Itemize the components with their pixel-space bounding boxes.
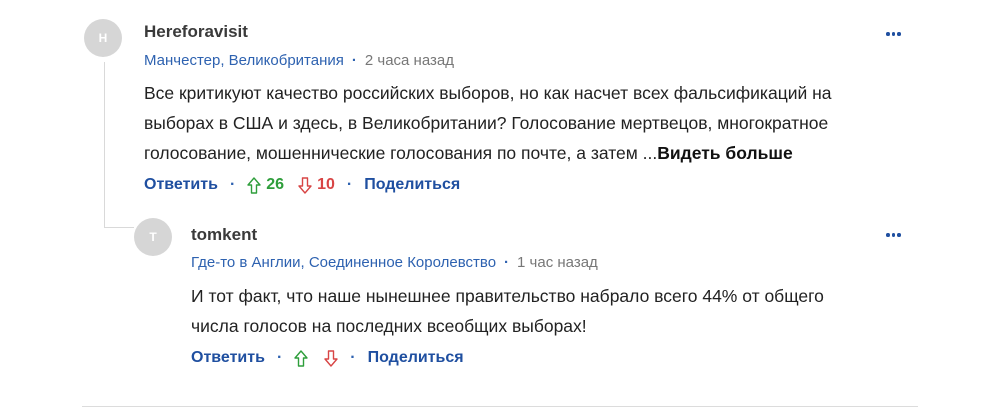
arrow-up-icon	[294, 349, 308, 367]
comment-location[interactable]: Манчестер, Великобритания	[144, 52, 344, 69]
reply-button[interactable]: Ответить	[144, 176, 218, 194]
comment-text-line: голосование, мошеннические голосования п…	[144, 143, 793, 163]
comment-actions: Ответить · · Поделиться	[191, 349, 464, 367]
comment-text-line: Все критикуют качество российских выборо…	[144, 83, 832, 103]
avatar[interactable]: H	[84, 19, 122, 57]
thread-connector	[104, 227, 134, 228]
comment-text-line: И тот факт, что наше нынешнее правительс…	[191, 286, 824, 306]
action-separator: ·	[229, 176, 236, 193]
comment-time: 2 часа назад	[364, 52, 454, 69]
comment-text: И тот факт, что наше нынешнее правительс…	[191, 281, 901, 341]
downvote-count: 10	[317, 176, 335, 193]
downvote-button[interactable]	[324, 349, 338, 367]
comment-time: 1 час назад	[517, 254, 598, 271]
upvote-count: 26	[266, 176, 285, 193]
action-separator: ·	[346, 176, 353, 193]
comment-location[interactable]: Где-то в Англии, Соединенное Королевство	[191, 254, 496, 271]
comment-meta: Манчестер, Великобритания · 2 часа назад	[144, 52, 454, 69]
upvote-button[interactable]: 26	[247, 176, 284, 194]
reply-button[interactable]: Ответить	[191, 349, 265, 367]
more-horizontal-icon	[886, 32, 890, 36]
thread-line	[104, 62, 105, 228]
action-separator: ·	[350, 349, 356, 366]
upvote-button[interactable]	[294, 349, 308, 367]
more-horizontal-icon	[886, 233, 890, 237]
meta-separator: ·	[351, 52, 357, 69]
comment-text-line: выборах в США и здесь, в Великобритании?…	[144, 113, 829, 133]
comment-thread: H Hereforavisit Манчестер, Великобритани…	[0, 0, 1005, 414]
arrow-down-icon	[298, 176, 312, 194]
arrow-down-icon	[324, 349, 338, 367]
comment-text: Все критикуют качество российских выборо…	[144, 78, 904, 168]
share-button[interactable]: Поделиться	[364, 176, 460, 194]
comment-author[interactable]: Hereforavisit	[144, 22, 248, 42]
downvote-button[interactable]: 10	[298, 176, 335, 194]
divider	[82, 406, 918, 407]
comment-meta: Где-то в Англии, Соединенное Королевство…	[191, 254, 598, 271]
avatar[interactable]: T	[134, 218, 172, 256]
arrow-up-icon	[247, 176, 261, 194]
share-button[interactable]: Поделиться	[368, 349, 464, 367]
meta-separator: ·	[504, 254, 510, 271]
see-more-link[interactable]: Видеть больше	[657, 143, 792, 163]
comment-author[interactable]: tomkent	[191, 225, 257, 245]
more-options-button[interactable]	[886, 32, 901, 36]
more-options-button[interactable]	[886, 233, 901, 237]
comment-actions: Ответить · 26 10 · Поделиться	[144, 176, 460, 194]
action-separator: ·	[276, 349, 283, 366]
comment-text-line: числа голосов на последних всеобщих выбо…	[191, 316, 587, 336]
